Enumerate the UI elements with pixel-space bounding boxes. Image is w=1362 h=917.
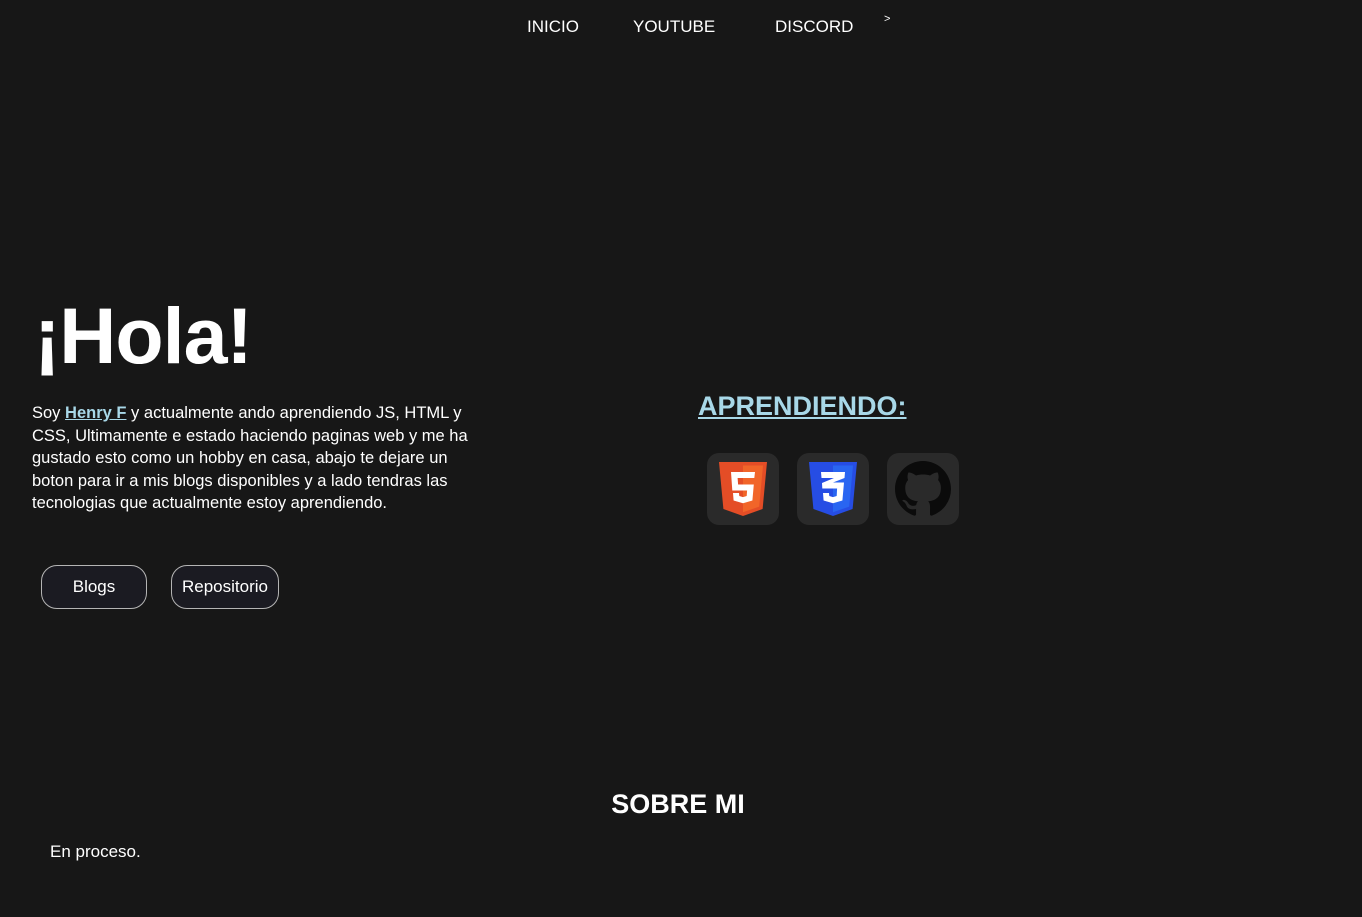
nav-more-icon[interactable]: >: [884, 12, 890, 26]
learning-title: APRENDIENDO:: [698, 391, 907, 421]
intro-prefix: Soy: [32, 404, 66, 422]
page: INICIO YOUTUBE DISCORD > ¡Hola! Soy Henr…: [0, 0, 1362, 917]
nav-item-discord[interactable]: DISCORD: [775, 16, 853, 38]
css3-icon[interactable]: [797, 453, 869, 525]
repository-button[interactable]: Repositorio: [171, 565, 279, 609]
nav-item-youtube[interactable]: YOUTUBE: [633, 16, 715, 38]
html5-icon[interactable]: [707, 453, 779, 525]
css3-shield: [809, 462, 857, 516]
github-mark: [895, 461, 951, 516]
hero-title: ¡Hola!: [34, 291, 253, 380]
html5-shield: [719, 462, 767, 516]
about-title: SOBRE MI: [611, 789, 745, 819]
nav-item-inicio[interactable]: INICIO: [527, 16, 579, 38]
about-text: En proceso.: [50, 842, 141, 861]
github-icon[interactable]: [887, 453, 959, 525]
blogs-button[interactable]: Blogs: [41, 565, 147, 609]
top-nav: INICIO YOUTUBE DISCORD >: [0, 13, 1362, 38]
hero-intro: Soy Henry F y actualmente ando aprendien…: [32, 402, 482, 515]
name-link[interactable]: Henry F: [65, 404, 126, 422]
